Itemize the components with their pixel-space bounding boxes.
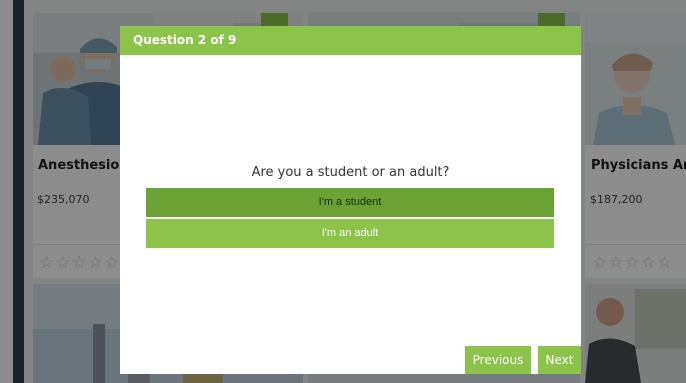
previous-button[interactable]: Previous [465,346,531,374]
quiz-modal: Question 2 of 9 Are you a student or an … [120,26,581,374]
modal-header: Question 2 of 9 [120,26,581,55]
question-counter: Question 2 of 9 [133,33,237,47]
answer-student-button[interactable]: I'm a student [146,188,554,217]
answer-adult-button[interactable]: I'm an adult [146,219,554,248]
question-text: Are you a student or an adult? [251,165,450,180]
next-button[interactable]: Next [538,346,581,374]
